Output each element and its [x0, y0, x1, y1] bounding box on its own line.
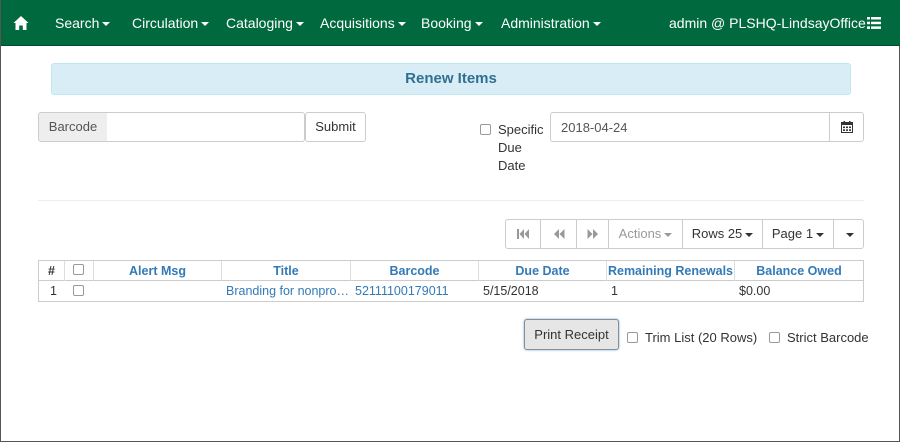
nav-menu-acquisitions[interactable]: Acquisitions — [320, 0, 406, 46]
nav-menu-label: Cataloging — [226, 15, 293, 31]
col-header-due-date[interactable]: Due Date — [479, 261, 607, 281]
user-workstation-label[interactable]: admin @ PLSHQ-LindsayOffice — [669, 0, 866, 46]
specific-due-date-checkbox[interactable] — [480, 124, 491, 135]
nav-menu-label: Booking — [421, 15, 472, 31]
caret-down-icon — [592, 22, 601, 27]
submit-button[interactable]: Submit — [305, 112, 366, 142]
row-balance-owed: $0.00 — [739, 284, 771, 298]
col-header-barcode[interactable]: Barcode — [351, 261, 479, 281]
nav-menu-label: Search — [55, 15, 100, 31]
nav-menu-label: Circulation — [132, 15, 199, 31]
strict-barcode-checkbox[interactable] — [769, 332, 780, 343]
due-date-label-line: Specific — [498, 122, 544, 137]
rows-per-page-dropdown[interactable]: Rows 25 — [682, 219, 763, 249]
nav-menu-administration[interactable]: Administration — [501, 0, 601, 46]
specific-due-date-label: Specific Due Date — [498, 121, 548, 175]
rows-label: Rows 25 — [691, 226, 743, 241]
first-page-button[interactable] — [505, 219, 541, 249]
col-header-select — [65, 261, 94, 281]
trim-list-checkbox[interactable] — [627, 332, 638, 343]
nav-menu-circulation[interactable]: Circulation — [132, 0, 210, 46]
caret-down-icon — [295, 22, 304, 27]
row-barcode-link[interactable]: 52111100179011 — [351, 281, 479, 301]
list-icon[interactable] — [867, 16, 881, 30]
nav-menu-label: Administration — [501, 15, 590, 31]
nav-menu-search[interactable]: Search — [55, 0, 111, 46]
page-title: Renew Items — [51, 63, 851, 95]
page-label: Page 1 — [771, 226, 814, 241]
col-header-alert-msg[interactable]: Alert Msg — [94, 261, 222, 281]
row-remaining-renewals: 1 — [611, 284, 618, 298]
col-header-balance-owed[interactable]: Balance Owed — [735, 261, 863, 281]
row-index: 1 — [50, 284, 57, 298]
caret-down-icon — [664, 232, 673, 237]
table-row[interactable]: 1 Branding for nonprofits 52111100179011… — [39, 281, 863, 301]
calendar-icon — [841, 121, 853, 133]
row-select-checkbox[interactable] — [73, 285, 84, 296]
caret-down-icon — [474, 22, 483, 27]
caret-down-icon — [745, 232, 754, 237]
nav-menu-cataloging[interactable]: Cataloging — [226, 0, 304, 46]
row-alert-msg — [94, 281, 222, 301]
row-due-date: 5/15/2018 — [483, 284, 539, 298]
caret-down-icon — [846, 232, 854, 237]
calendar-button[interactable] — [829, 112, 864, 142]
nav-menu-booking[interactable]: Booking — [421, 0, 483, 46]
previous-page-button[interactable] — [540, 219, 577, 249]
strict-barcode-label: Strict Barcode — [787, 330, 869, 345]
home-icon[interactable] — [13, 15, 29, 31]
print-receipt-button[interactable]: Print Receipt — [524, 319, 619, 350]
caret-down-icon — [102, 22, 111, 27]
nav-menu-label: Acquisitions — [320, 15, 395, 31]
row-select-cell — [65, 281, 94, 301]
items-grid: # Alert Msg Title Barcode Due Date Remai… — [38, 260, 864, 302]
column-options-dropdown[interactable] — [833, 219, 864, 249]
barcode-input[interactable] — [107, 112, 305, 142]
due-date-label-line: Due — [498, 140, 522, 155]
actions-dropdown[interactable]: Actions — [608, 219, 683, 249]
actions-label: Actions — [618, 226, 662, 241]
due-date-label-line: Date — [498, 158, 526, 173]
barcode-addon-label: Barcode — [38, 112, 108, 142]
col-header-title[interactable]: Title — [222, 261, 351, 281]
select-all-checkbox[interactable] — [73, 264, 84, 275]
next-page-button[interactable] — [576, 219, 609, 249]
row-title-link[interactable]: Branding for nonprofits — [222, 281, 351, 301]
top-navbar: Search Circulation Cataloging Acquisitio… — [1, 0, 900, 46]
caret-down-icon — [816, 232, 825, 237]
previous-page-icon — [554, 229, 565, 239]
first-page-icon — [517, 229, 529, 239]
grid-header: # Alert Msg Title Barcode Due Date Remai… — [39, 261, 863, 281]
page-selector-dropdown[interactable]: Page 1 — [762, 219, 834, 249]
col-header-index: # — [39, 261, 65, 281]
next-page-icon — [587, 229, 598, 239]
section-divider — [38, 200, 864, 201]
caret-down-icon — [201, 22, 210, 27]
caret-down-icon — [397, 22, 406, 27]
app-window: Search Circulation Cataloging Acquisitio… — [0, 0, 900, 442]
col-header-remaining-renewals[interactable]: Remaining Renewals — [607, 261, 735, 281]
trim-list-label: Trim List (20 Rows) — [645, 330, 758, 345]
due-date-input[interactable] — [550, 112, 830, 142]
